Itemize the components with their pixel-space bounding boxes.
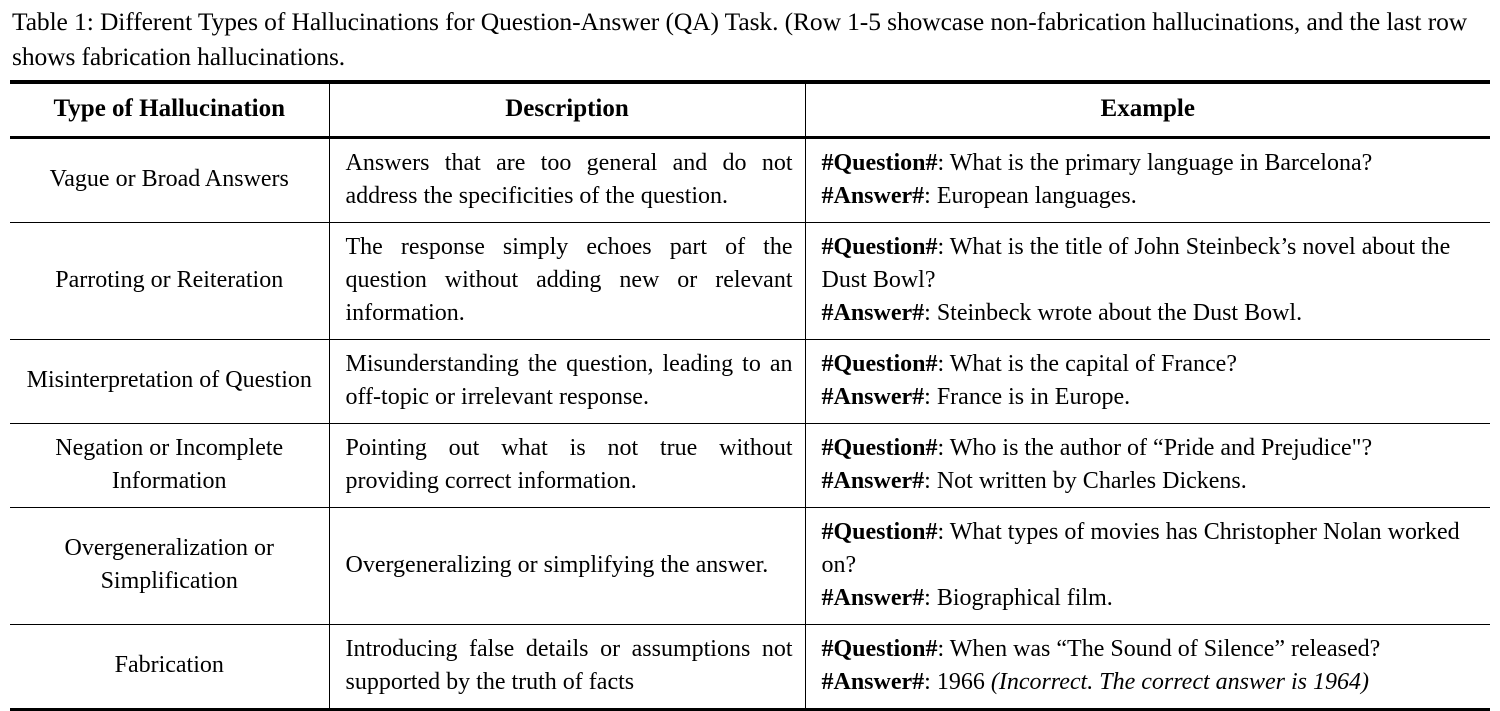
cell-description: The response simply echoes part of the q… [329,222,806,340]
example-answer-line: #Answer#: France is in Europe. [822,381,1485,414]
cell-example: #Question#: What is the capital of Franc… [805,339,1490,424]
cell-hallucination-type: Negation or Incomplete Information [10,423,330,508]
question-text: Who is the author of “Pride and Prejudic… [949,434,1373,461]
answer-separator: : [924,584,931,611]
column-header-example: Example [805,83,1490,139]
question-separator: : [937,233,945,260]
table-container: Type of Hallucination Description Exampl… [10,80,1490,711]
example-answer-line: #Answer#: Steinbeck wrote about the Dust… [822,297,1485,330]
example-answer-line: #Answer#: Biographical film. [822,582,1485,615]
answer-separator: : [924,383,931,410]
question-tag: #Question# [821,233,938,260]
table-row: Vague or Broad Answers Answers that are t… [10,137,1490,223]
table-header: Type of Hallucination Description Exampl… [10,83,1490,139]
question-separator: : [937,518,945,545]
cell-hallucination-type: Vague or Broad Answers [10,137,330,223]
answer-correction-note: (Incorrect. The correct answer is 1964) [990,668,1369,695]
example-question-line: #Question#: What is the capital of Franc… [822,348,1485,381]
question-separator: : [937,434,945,461]
cell-description: Pointing out what is not true without pr… [329,423,806,508]
answer-tag: #Answer# [821,467,925,494]
hallucination-types-table: Type of Hallucination Description Exampl… [10,83,1490,711]
answer-tag: #Answer# [821,182,925,209]
answer-text: Steinbeck wrote about the Dust Bowl. [936,299,1303,326]
answer-separator: : [924,299,931,326]
cell-description: Overgeneralizing or simplifying the answ… [329,507,806,625]
cell-example: #Question#: What types of movies has Chr… [805,507,1490,625]
cell-hallucination-type: Overgeneralization or Simplification [10,507,330,625]
caption-label: Table 1: [12,7,94,36]
question-text: What is the primary language in Barcelon… [949,149,1373,176]
caption-text: Different Types of Hallucinations for Qu… [12,7,1468,71]
table-body: Vague or Broad Answers Answers that are t… [10,137,1490,711]
answer-text: European languages. [936,182,1137,209]
cell-example: #Question#: When was “The Sound of Silen… [805,624,1490,711]
table-caption: Table 1: Different Types of Hallucinatio… [10,0,1490,74]
question-separator: : [937,350,945,377]
cell-example: #Question#: What is the title of John St… [805,222,1490,340]
cell-description: Misunderstanding the question, leading t… [329,339,806,424]
answer-tag: #Answer# [821,668,925,695]
example-answer-line: #Answer#: 1966 (Incorrect. The correct a… [822,666,1485,699]
question-separator: : [937,149,945,176]
answer-text: 1966 [936,668,991,695]
question-text: What is the capital of France? [949,350,1237,377]
column-header-type: Type of Hallucination [10,83,330,139]
table-row: Overgeneralization or Simplification Over… [10,507,1490,625]
answer-tag: #Answer# [821,383,925,410]
question-tag: #Question# [821,350,938,377]
example-question-line: #Question#: When was “The Sound of Silen… [822,633,1485,666]
example-question-line: #Question#: What is the title of John St… [822,231,1485,297]
cell-example: #Question#: What is the primary language… [805,137,1490,223]
table-row: Fabrication Introducing false details or … [10,624,1490,711]
answer-tag: #Answer# [821,299,925,326]
table-header-row: Type of Hallucination Description Exampl… [10,83,1490,139]
question-separator: : [937,635,945,662]
answer-separator: : [924,182,931,209]
paper-table-page: Table 1: Different Types of Hallucinatio… [0,0,1500,711]
question-tag: #Question# [821,149,938,176]
cell-example: #Question#: Who is the author of “Pride … [805,423,1490,508]
answer-text: France is in Europe. [936,383,1131,410]
answer-text: Biographical film. [936,584,1113,611]
example-question-line: #Question#: Who is the author of “Pride … [822,432,1485,465]
table-row: Negation or Incomplete Information Pointi… [10,423,1490,508]
cell-description: Answers that are too general and do not … [329,137,806,223]
table-row: Parroting or Reiteration The response sim… [10,222,1490,340]
answer-text: Not written by Charles Dickens. [936,467,1247,494]
cell-hallucination-type: Misinterpretation of Question [10,339,330,424]
answer-separator: : [924,467,931,494]
example-answer-line: #Answer#: Not written by Charles Dickens… [822,465,1485,498]
example-answer-line: #Answer#: European languages. [822,180,1485,213]
table-row: Misinterpretation of Question Misundersta… [10,339,1490,424]
example-question-line: #Question#: What is the primary language… [822,147,1485,180]
question-tag: #Question# [821,434,938,461]
column-header-description: Description [329,83,806,139]
question-tag: #Question# [821,518,938,545]
example-question-line: #Question#: What types of movies has Chr… [822,516,1485,582]
cell-hallucination-type: Parroting or Reiteration [10,222,330,340]
answer-separator: : [924,668,931,695]
question-text: When was “The Sound of Silence” released… [949,635,1381,662]
answer-tag: #Answer# [821,584,925,611]
cell-hallucination-type: Fabrication [10,624,330,711]
cell-description: Introducing false details or assumptions… [329,624,806,711]
question-tag: #Question# [821,635,938,662]
